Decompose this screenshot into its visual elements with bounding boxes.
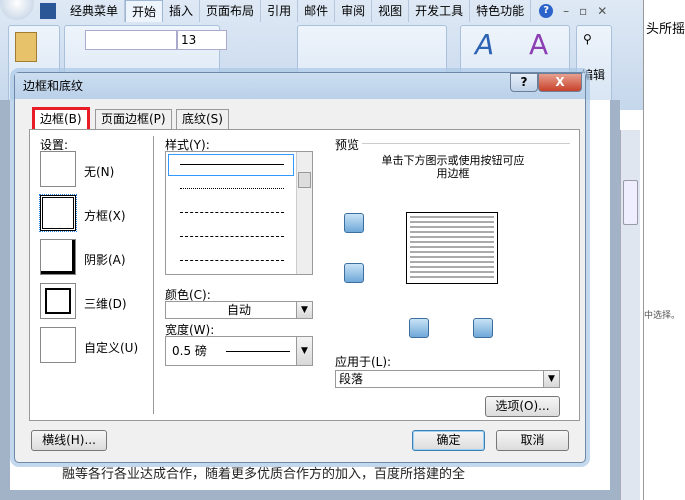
borders-shading-dialog: 边框和底纹 ? X 边框(B) 页面边框(P) 底纹(S) 设置: 无(N) 方… [14, 72, 586, 463]
help-icon[interactable]: ? [539, 4, 554, 18]
setting-custom[interactable] [40, 327, 76, 363]
setting-custom-label[interactable]: 自定义(U) [84, 339, 138, 356]
chevron-down-icon[interactable]: ▼ [543, 371, 559, 387]
right-background: 头所摇 中选择。 [643, 0, 685, 500]
quick-styles-icon[interactable]: A [475, 28, 494, 61]
tab-page-border[interactable]: 页面边框(P) [95, 109, 172, 129]
apply-to-select[interactable]: 段落 ▼ [335, 370, 560, 388]
tab-page-layout[interactable]: 页面布局 [200, 0, 262, 22]
apply-to-label: 应用于(L): [335, 355, 392, 369]
preview-label: 预览 [335, 138, 360, 152]
ok-button[interactable]: 确定 [412, 430, 485, 451]
scroll-thumb[interactable] [298, 172, 311, 188]
document-text: 融等各行各业达成合作，随着更多优质合作方的加入，百度所搭建的全 [62, 467, 466, 482]
scroll-thumb[interactable] [623, 180, 638, 225]
options-button[interactable]: 选项(O)... [485, 396, 560, 417]
setting-shadow-label[interactable]: 阴影(A) [84, 251, 126, 268]
setting-shadow[interactable] [40, 239, 76, 275]
tab-references[interactable]: 引用 [261, 0, 299, 22]
font-name-input[interactable] [85, 30, 177, 50]
tab-mailings[interactable]: 邮件 [298, 0, 336, 22]
chevron-down-icon[interactable]: ▼ [296, 302, 312, 318]
tab-home[interactable]: 开始 [125, 0, 164, 22]
tab-classic-menu[interactable]: 经典菜单 [64, 0, 126, 22]
preview-hint: 单击下方图示或使用按钮可应用边框 [381, 154, 525, 180]
setting-box[interactable] [39, 194, 77, 232]
style-scrollbar[interactable] [296, 152, 312, 274]
vertical-scrollbar[interactable] [620, 130, 640, 500]
paste-icon[interactable] [15, 32, 37, 62]
preview-divider [362, 143, 570, 144]
setting-none-label[interactable]: 无(N) [84, 163, 114, 180]
side-text: 中选择。 [644, 311, 681, 321]
left-border-button[interactable] [409, 318, 429, 338]
tab-borders[interactable]: 边框(B) [32, 107, 90, 129]
preview-diagram[interactable] [406, 212, 498, 284]
change-styles-icon[interactable]: A [529, 28, 548, 61]
close-icon[interactable]: ✕ [597, 4, 607, 18]
setting-box-label[interactable]: 方框(X) [84, 207, 126, 224]
dialog-title: 边框和底纹 [15, 73, 585, 99]
color-select[interactable]: 自动 ▼ [165, 301, 313, 319]
setting-3d-label[interactable]: 三维(D) [84, 295, 127, 312]
find-icon[interactable]: ⚲ [583, 32, 592, 46]
word-icon [40, 3, 56, 19]
right-border-button[interactable] [473, 318, 493, 338]
borders-panel: 设置: 无(N) 方框(X) 阴影(A) 三维(D) 自定义(U) 样式(Y):… [29, 129, 580, 421]
style-list[interactable] [165, 151, 313, 275]
width-value: 0.5 磅 [172, 344, 207, 358]
background-text: 头所摇 [646, 22, 685, 37]
divider [153, 136, 154, 414]
apply-to-value: 段落 [339, 372, 364, 386]
tab-developer[interactable]: 开发工具 [409, 0, 471, 22]
ribbon-tabs: 经典菜单 开始 插入 页面布局 引用 邮件 审阅 视图 开发工具 特色功能 ? … [0, 0, 643, 22]
style-option-selected[interactable] [168, 154, 294, 176]
tab-review[interactable]: 审阅 [335, 0, 373, 22]
minimize-icon[interactable]: – [563, 4, 569, 18]
tab-features[interactable]: 特色功能 [470, 0, 532, 22]
setting-3d[interactable] [40, 283, 76, 319]
tab-insert[interactable]: 插入 [163, 0, 201, 22]
width-select[interactable]: 0.5 磅 ▼ [165, 336, 313, 366]
close-button[interactable]: X [538, 73, 582, 92]
setting-none[interactable] [40, 151, 76, 187]
bottom-border-button[interactable] [344, 263, 364, 283]
chevron-down-icon[interactable]: ▼ [296, 337, 312, 365]
cancel-button[interactable]: 取消 [496, 430, 569, 451]
horizontal-line-button[interactable]: 横线(H)... [31, 430, 107, 451]
tab-shading[interactable]: 底纹(S) [176, 109, 229, 129]
font-size-input[interactable]: 13 [177, 30, 227, 50]
restore-icon[interactable]: ▫ [579, 4, 587, 18]
help-button[interactable]: ? [510, 73, 538, 92]
tab-view[interactable]: 视图 [372, 0, 410, 22]
top-border-button[interactable] [344, 213, 364, 233]
color-value: 自动 [226, 303, 251, 317]
